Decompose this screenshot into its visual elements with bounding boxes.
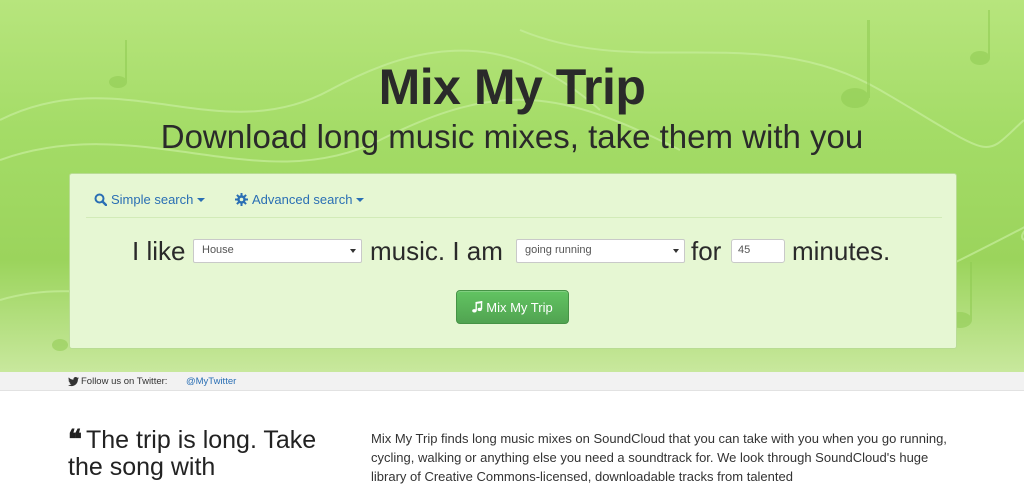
tagline-text: The trip is long. Take the song with	[68, 426, 317, 481]
tab-advanced-search[interactable]: Advanced search	[235, 192, 365, 207]
tagline-quote: ❝ The trip is long. Take the song with	[68, 426, 328, 481]
twitter-handle-link[interactable]: @MyTwitter	[186, 376, 236, 387]
search-icon	[94, 193, 107, 206]
page-title: Mix My Trip	[378, 59, 646, 115]
gear-icon	[235, 193, 248, 206]
twitter-follow-label: Follow us on Twitter:	[81, 376, 168, 387]
tab-advanced-search-label: Advanced search	[252, 192, 353, 207]
music-note-icon	[472, 301, 483, 313]
chevron-down-icon	[673, 249, 679, 253]
search-panel: Simple search Advanced search I like Hou…	[69, 173, 957, 349]
chevron-down-icon	[350, 249, 356, 253]
tab-simple-search-label: Simple search	[111, 192, 194, 207]
minutes-input[interactable]: 45	[731, 239, 785, 263]
chevron-down-icon	[197, 197, 206, 202]
tab-simple-search[interactable]: Simple search	[94, 192, 206, 207]
activity-select[interactable]: going running	[516, 239, 685, 263]
chevron-down-icon	[356, 197, 365, 202]
genre-select-value: House	[202, 244, 234, 256]
divider	[86, 217, 942, 218]
label-i-like: I like	[132, 236, 186, 266]
about-text: Mix My Trip finds long music mixes on So…	[371, 431, 947, 484]
quote-icon: ❝	[68, 424, 82, 454]
label-for: for	[691, 236, 722, 266]
label-minutes: minutes.	[792, 236, 891, 266]
search-sentence: I like House music. I am going running f…	[70, 232, 958, 268]
label-music-i-am: music. I am	[370, 236, 503, 266]
twitter-bar: Follow us on Twitter: @MyTwitter	[0, 372, 1024, 391]
page-subtitle: Download long music mixes, take them wit…	[160, 118, 864, 155]
mix-my-trip-button-label: Mix My Trip	[486, 299, 553, 315]
twitter-bird-icon	[68, 376, 79, 386]
genre-select[interactable]: House	[193, 239, 362, 263]
mix-my-trip-button[interactable]: Mix My Trip	[456, 290, 569, 324]
hero: Mix My Trip Download long music mixes, t…	[0, 0, 1024, 372]
twitter-follow: Follow us on Twitter:	[68, 376, 167, 387]
minutes-input-value: 45	[738, 244, 751, 256]
activity-select-value: going running	[525, 244, 592, 256]
